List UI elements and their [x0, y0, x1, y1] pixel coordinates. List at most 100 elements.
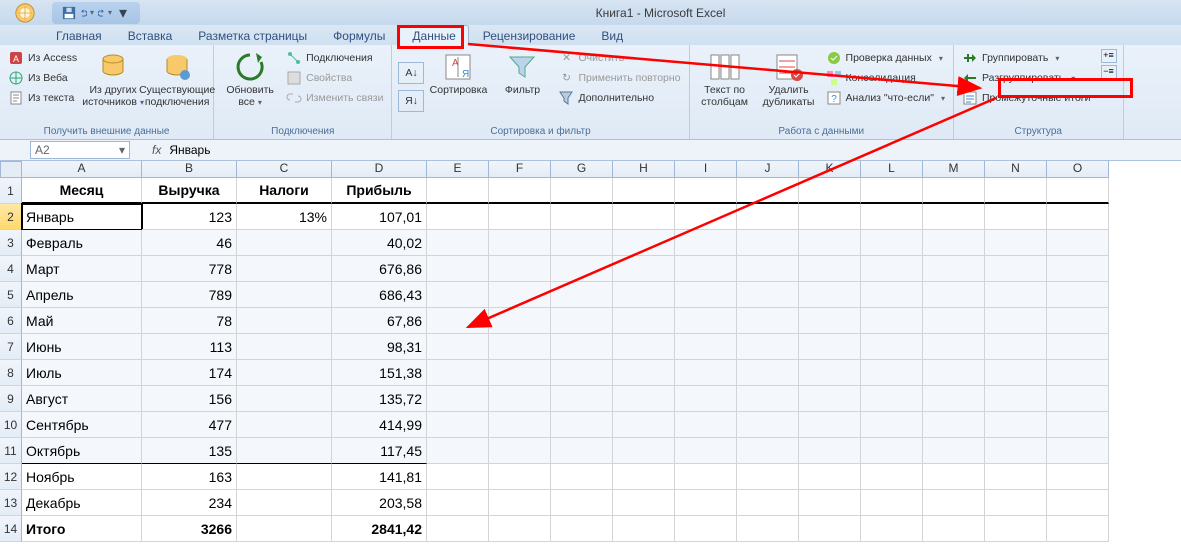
- cell[interactable]: [613, 490, 675, 516]
- row-header[interactable]: 10: [0, 412, 22, 438]
- cell[interactable]: [489, 230, 551, 256]
- office-button[interactable]: [6, 0, 44, 25]
- row-header[interactable]: 1: [0, 178, 22, 204]
- cell[interactable]: [799, 308, 861, 334]
- formula-input[interactable]: Январь: [167, 143, 212, 157]
- cell[interactable]: [799, 464, 861, 490]
- cell[interactable]: [237, 360, 332, 386]
- cell[interactable]: [985, 308, 1047, 334]
- cell[interactable]: [427, 178, 489, 204]
- cell[interactable]: [551, 334, 613, 360]
- cell[interactable]: [237, 438, 332, 464]
- undo-icon[interactable]: [80, 6, 94, 20]
- cell[interactable]: [613, 230, 675, 256]
- row-header[interactable]: 3: [0, 230, 22, 256]
- cell[interactable]: [613, 438, 675, 464]
- cell[interactable]: Декабрь: [22, 490, 142, 516]
- cell[interactable]: [923, 178, 985, 204]
- cell[interactable]: Февраль: [22, 230, 142, 256]
- cell[interactable]: [861, 256, 923, 282]
- cell[interactable]: [1047, 516, 1109, 542]
- cell[interactable]: [675, 334, 737, 360]
- cell[interactable]: [427, 464, 489, 490]
- cell[interactable]: [237, 490, 332, 516]
- cell[interactable]: 151,38: [332, 360, 427, 386]
- cell[interactable]: [489, 412, 551, 438]
- cell[interactable]: [799, 282, 861, 308]
- cell[interactable]: [923, 386, 985, 412]
- cell[interactable]: [737, 490, 799, 516]
- column-header-J[interactable]: J: [737, 161, 799, 178]
- tab-главная[interactable]: Главная: [44, 26, 114, 45]
- cell[interactable]: 117,45: [332, 438, 427, 464]
- cell[interactable]: [1047, 464, 1109, 490]
- cell[interactable]: [861, 308, 923, 334]
- cell[interactable]: [861, 360, 923, 386]
- cell[interactable]: [985, 178, 1047, 204]
- column-header-B[interactable]: B: [142, 161, 237, 178]
- cell[interactable]: [985, 464, 1047, 490]
- cell[interactable]: [551, 412, 613, 438]
- row-header[interactable]: 13: [0, 490, 22, 516]
- cell[interactable]: [551, 256, 613, 282]
- cell[interactable]: [799, 386, 861, 412]
- cell[interactable]: [737, 412, 799, 438]
- tab-формулы[interactable]: Формулы: [321, 26, 397, 45]
- cell[interactable]: [737, 438, 799, 464]
- cell[interactable]: [737, 308, 799, 334]
- cell[interactable]: [551, 282, 613, 308]
- row-header[interactable]: 5: [0, 282, 22, 308]
- cell[interactable]: [985, 204, 1047, 230]
- cell[interactable]: 113: [142, 334, 237, 360]
- cell[interactable]: [799, 230, 861, 256]
- sort-za-button[interactable]: Я↓: [398, 90, 424, 112]
- cell[interactable]: [551, 516, 613, 542]
- cell[interactable]: [1047, 256, 1109, 282]
- column-header-H[interactable]: H: [613, 161, 675, 178]
- cell[interactable]: [1047, 360, 1109, 386]
- cell[interactable]: [675, 464, 737, 490]
- cell[interactable]: [1047, 386, 1109, 412]
- cell[interactable]: [923, 438, 985, 464]
- fx-icon[interactable]: fx: [152, 143, 161, 157]
- cell[interactable]: [489, 516, 551, 542]
- column-header-M[interactable]: M: [923, 161, 985, 178]
- cell[interactable]: 107,01: [332, 204, 427, 230]
- cell[interactable]: 135: [142, 438, 237, 464]
- cell[interactable]: [923, 204, 985, 230]
- cell[interactable]: [427, 360, 489, 386]
- cell[interactable]: Прибыль: [332, 178, 427, 204]
- data-validation-button[interactable]: Проверка данных: [824, 49, 947, 67]
- cell[interactable]: 203,58: [332, 490, 427, 516]
- cell[interactable]: [613, 178, 675, 204]
- cell[interactable]: [923, 334, 985, 360]
- row-header[interactable]: 4: [0, 256, 22, 282]
- cell[interactable]: [737, 360, 799, 386]
- cell[interactable]: 789: [142, 282, 237, 308]
- cell[interactable]: [427, 386, 489, 412]
- cell[interactable]: [799, 438, 861, 464]
- cell[interactable]: [551, 386, 613, 412]
- cell[interactable]: [427, 516, 489, 542]
- cell[interactable]: [923, 360, 985, 386]
- tab-данные[interactable]: Данные: [399, 25, 468, 45]
- row-header[interactable]: 8: [0, 360, 22, 386]
- cell[interactable]: [675, 308, 737, 334]
- cell[interactable]: [237, 308, 332, 334]
- cell[interactable]: Итого: [22, 516, 142, 542]
- cell[interactable]: 40,02: [332, 230, 427, 256]
- from-access-button[interactable]: AИз Access: [6, 49, 79, 67]
- cell[interactable]: [985, 438, 1047, 464]
- column-header-O[interactable]: O: [1047, 161, 1109, 178]
- tab-вид[interactable]: Вид: [589, 26, 635, 45]
- row-header[interactable]: 2: [0, 204, 22, 230]
- cell[interactable]: [489, 308, 551, 334]
- cell[interactable]: [861, 490, 923, 516]
- cell[interactable]: [237, 230, 332, 256]
- cell[interactable]: [675, 412, 737, 438]
- cell[interactable]: [675, 360, 737, 386]
- cell[interactable]: [737, 256, 799, 282]
- cell[interactable]: [737, 464, 799, 490]
- cell[interactable]: [861, 178, 923, 204]
- cell[interactable]: [737, 386, 799, 412]
